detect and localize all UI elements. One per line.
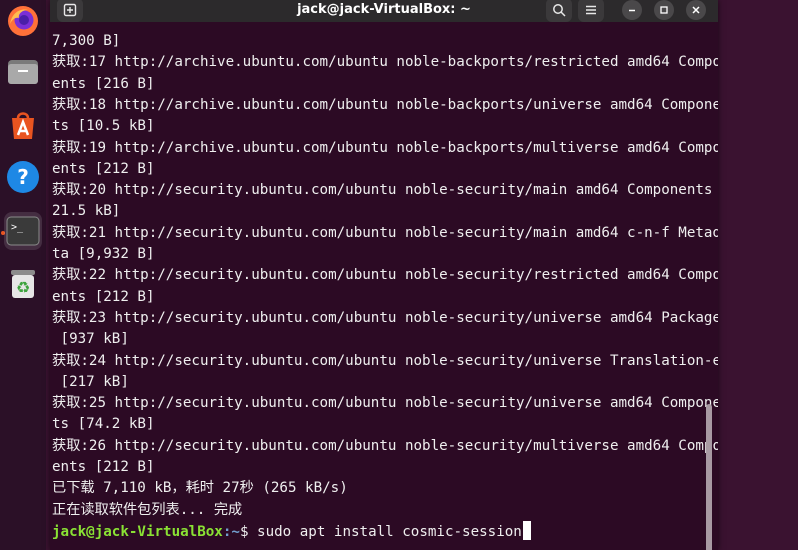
prompt-user-host: jack@jack-VirtualBox xyxy=(52,523,223,540)
output-line: 已下载 7,110 kB，耗时 27秒 (265 kB/s) xyxy=(52,480,348,497)
new-tab-button[interactable] xyxy=(57,0,83,22)
svg-text:?: ? xyxy=(17,165,29,189)
firefox-icon xyxy=(8,6,38,36)
command-input[interactable]: sudo apt install cosmic-session xyxy=(257,524,522,540)
output-line: ents [216 B] xyxy=(52,75,155,92)
output-line: ta [9,932 B] xyxy=(52,246,155,262)
output-line: ents [212 B] xyxy=(52,160,155,177)
svg-text:♻: ♻ xyxy=(16,278,30,297)
output-line: [217 kB] xyxy=(52,373,129,390)
title-bar[interactable]: jack@jack-VirtualBox: ~ xyxy=(50,0,718,22)
files-launcher[interactable] xyxy=(4,52,42,90)
svg-text:>_: >_ xyxy=(11,222,24,233)
output-line: 获取:22 http://security.ubuntu.com/ubuntu … xyxy=(52,267,718,284)
output-line: ts [10.5 kB] xyxy=(52,118,155,135)
output-line: 获取:21 http://security.ubuntu.com/ubuntu … xyxy=(52,224,718,241)
output-line: ents [212 B] xyxy=(52,288,155,305)
output-line: 获取:17 http://archive.ubuntu.com/ubuntu n… xyxy=(52,54,718,71)
output-line: 获取:24 http://security.ubuntu.com/ubuntu … xyxy=(52,352,718,369)
trash-launcher[interactable]: ♻ xyxy=(4,264,42,302)
output-line: ents [212 B] xyxy=(52,459,155,475)
maximize-icon xyxy=(660,6,668,14)
maximize-button[interactable] xyxy=(654,0,674,20)
firefox-launcher[interactable] xyxy=(4,2,42,40)
output-line: 获取:25 http://security.ubuntu.com/ubuntu … xyxy=(52,395,718,412)
trash-icon: ♻ xyxy=(11,270,35,298)
minimize-icon xyxy=(629,9,635,12)
help-icon: ? xyxy=(7,161,39,193)
output-line: ts [74.2 kB] xyxy=(52,416,155,433)
window-title: jack@jack-VirtualBox: ~ xyxy=(297,2,471,17)
text-cursor xyxy=(522,520,531,540)
prompt-line[interactable]: jack@jack-VirtualBox:~$ sudo apt install… xyxy=(52,520,531,542)
output-line: 获取:18 http://archive.ubuntu.com/ubuntu n… xyxy=(52,96,718,113)
output-line: [937 kB] xyxy=(52,331,129,348)
output-line: 7,300 B] xyxy=(52,33,121,49)
folder-icon xyxy=(8,60,38,84)
prompt-symbol: $ xyxy=(239,523,258,540)
close-button[interactable] xyxy=(686,0,706,20)
minimize-button[interactable] xyxy=(622,0,642,20)
terminal-launcher[interactable]: >_ xyxy=(4,212,42,250)
output-line: 获取:19 http://archive.ubuntu.com/ubuntu n… xyxy=(52,139,718,156)
output-line: 正在读取软件包列表... 完成 xyxy=(52,501,243,518)
app-center-launcher[interactable] xyxy=(4,106,42,144)
terminal-icon: >_ xyxy=(6,216,40,246)
output-line: 获取:26 http://security.ubuntu.com/ubuntu … xyxy=(52,437,718,454)
scrollbar[interactable] xyxy=(706,404,712,550)
search-button[interactable] xyxy=(546,0,572,22)
new-tab-icon xyxy=(63,3,77,17)
app-center-icon xyxy=(12,112,34,139)
hamburger-icon xyxy=(586,5,596,15)
close-icon xyxy=(692,6,700,14)
search-icon xyxy=(553,4,566,17)
terminal-output[interactable]: 7,300 B] 获取:17 http://archive.ubuntu.com… xyxy=(50,28,718,550)
output-line: 获取:20 http://security.ubuntu.com/ubuntu … xyxy=(52,182,718,199)
menu-button[interactable] xyxy=(578,0,604,22)
help-launcher[interactable]: ? xyxy=(4,158,42,196)
prompt-path: :~ xyxy=(222,523,240,540)
output-line: 获取:23 http://security.ubuntu.com/ubuntu … xyxy=(52,309,718,326)
dock: ? >_ ♻ xyxy=(0,0,46,550)
terminal-window: jack@jack-VirtualBox: ~ 7,300 B] 获取:17 h… xyxy=(50,0,718,550)
output-line: 21.5 kB] xyxy=(52,203,121,220)
